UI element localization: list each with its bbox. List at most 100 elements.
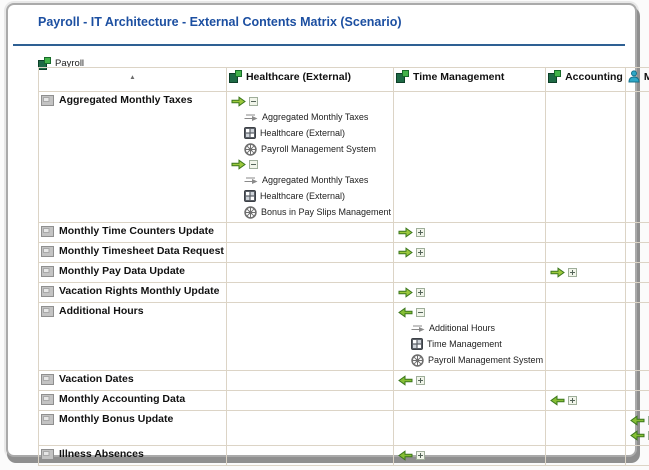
tree-item[interactable]: Healthcare (External) <box>244 188 391 204</box>
collapse-icon[interactable] <box>249 97 258 106</box>
matrix-cell[interactable] <box>394 283 546 303</box>
matrix-cell[interactable] <box>226 446 393 466</box>
row-header-label: Monthly Bonus Update <box>59 413 173 425</box>
expand-icon[interactable] <box>568 268 577 277</box>
tree-item[interactable]: Aggregated Monthly Taxes <box>244 109 391 125</box>
connection-arrow-right-icon[interactable] <box>550 267 565 278</box>
row-header-label: Monthly Timesheet Data Request <box>59 245 224 257</box>
matrix-cell[interactable] <box>226 371 393 391</box>
matrix-cell[interactable] <box>394 223 546 243</box>
tree-item[interactable]: Aggregated Monthly Taxes <box>244 172 391 188</box>
matrix-cell[interactable] <box>546 223 626 243</box>
connection-arrow-right-icon[interactable] <box>231 96 246 107</box>
row-header-9[interactable]: Monthly Bonus Update <box>39 411 227 446</box>
matrix-cell[interactable] <box>226 391 393 411</box>
matrix-cell[interactable] <box>394 371 546 391</box>
column-header-3[interactable]: Accounting <box>546 68 626 92</box>
matrix-cell[interactable] <box>546 303 626 371</box>
matrix-cell[interactable] <box>546 243 626 263</box>
matrix-cell[interactable] <box>394 243 546 263</box>
matrix-cell[interactable] <box>625 263 649 283</box>
matrix-cell[interactable]: Additional Hours Time Management Payroll… <box>394 303 546 371</box>
matrix-cell[interactable] <box>625 371 649 391</box>
row-header-5[interactable]: Vacation Rights Monthly Update <box>39 283 227 303</box>
matrix-cell[interactable] <box>394 446 546 466</box>
cluster-icon <box>41 246 54 257</box>
connection-arrow-left-icon[interactable] <box>398 307 413 318</box>
tree-item[interactable]: Bonus in Pay Slips Management <box>244 204 391 220</box>
person-icon <box>628 70 640 83</box>
matrix-cell[interactable] <box>625 303 649 371</box>
tree-item[interactable]: Time Management <box>411 336 543 352</box>
matrix-cell[interactable] <box>625 391 649 411</box>
matrix-cell[interactable] <box>625 446 649 466</box>
table-row: Monthly Bonus Update <box>39 411 649 446</box>
table-row: Monthly Time Counters Update <box>39 223 649 243</box>
matrix-cell[interactable] <box>394 411 546 446</box>
expand-icon[interactable] <box>568 396 577 405</box>
matrix-cell[interactable] <box>625 92 649 223</box>
tree-item[interactable]: Payroll Management System <box>244 141 391 157</box>
expand-icon[interactable] <box>416 248 425 257</box>
row-header-7[interactable]: Vacation Dates <box>39 371 227 391</box>
matrix-content: Payroll - IT Architecture - External Con… <box>8 5 635 455</box>
matrix-cell[interactable] <box>625 411 649 446</box>
row-header-8[interactable]: Monthly Accounting Data <box>39 391 227 411</box>
row-header-6[interactable]: Additional Hours <box>39 303 227 371</box>
row-header-label: Aggregated Monthly Taxes <box>59 94 192 106</box>
matrix-cell[interactable] <box>226 243 393 263</box>
expand-icon[interactable] <box>416 376 425 385</box>
row-header-10[interactable]: Illness Absences <box>39 446 227 466</box>
connection-arrow-left-icon[interactable] <box>550 395 565 406</box>
occurrence-tree: Aggregated Monthly Taxes Healthcare (Ext… <box>229 109 391 157</box>
row-header-3[interactable]: Monthly Timesheet Data Request <box>39 243 227 263</box>
tree-item-label: Healthcare (External) <box>260 128 345 138</box>
matrix-cell[interactable] <box>625 283 649 303</box>
matrix-cell[interactable] <box>394 92 546 223</box>
column-header-1[interactable]: Healthcare (External) <box>226 68 393 92</box>
row-header-2[interactable]: Monthly Time Counters Update <box>39 223 227 243</box>
connection-arrow-right-icon[interactable] <box>398 287 413 298</box>
row-header-4[interactable]: Monthly Pay Data Update <box>39 263 227 283</box>
collapse-icon[interactable] <box>416 308 425 317</box>
matrix-cell[interactable] <box>226 283 393 303</box>
tree-item[interactable]: Additional Hours <box>411 320 543 336</box>
matrix-cell[interactable] <box>546 283 626 303</box>
matrix-cell[interactable] <box>394 391 546 411</box>
matrix-cell[interactable] <box>546 391 626 411</box>
matrix-cell[interactable] <box>546 371 626 391</box>
expand-icon[interactable] <box>416 451 425 460</box>
matrix-cell[interactable] <box>226 411 393 446</box>
connection-arrow-left-icon[interactable] <box>398 450 413 461</box>
collapse-icon[interactable] <box>249 160 258 169</box>
column-header-label: Time Management <box>413 71 504 83</box>
cluster-icon <box>41 286 54 297</box>
table-row: Additional Hours Additional Hours Time M… <box>39 303 649 371</box>
connection-arrow-right-icon[interactable] <box>231 159 246 170</box>
row-header-1[interactable]: Aggregated Monthly Taxes <box>39 92 227 223</box>
matrix-cell[interactable] <box>625 243 649 263</box>
expand-icon[interactable] <box>416 228 425 237</box>
connection-arrow-left-icon[interactable] <box>630 415 645 426</box>
tree-item[interactable]: Healthcare (External) <box>244 125 391 141</box>
matrix-cell[interactable] <box>546 446 626 466</box>
matrix-cell[interactable] <box>546 411 626 446</box>
expand-icon[interactable] <box>416 288 425 297</box>
column-header-2[interactable]: Time Management <box>394 68 546 92</box>
matrix-cell[interactable] <box>625 223 649 243</box>
matrix-cell[interactable] <box>546 263 626 283</box>
connection-arrow-right-icon[interactable] <box>398 227 413 238</box>
matrix-cell[interactable] <box>226 263 393 283</box>
matrix-cell[interactable]: Aggregated Monthly Taxes Healthcare (Ext… <box>226 92 393 223</box>
tree-item[interactable]: Payroll Management System <box>411 352 543 368</box>
column-header-4[interactable]: Manager <box>625 68 649 92</box>
matrix-cell[interactable] <box>226 223 393 243</box>
matrix-cell[interactable] <box>226 303 393 371</box>
system-wheel-icon <box>244 206 257 219</box>
matrix-cell[interactable] <box>394 263 546 283</box>
matrix-cell[interactable] <box>546 92 626 223</box>
connection-arrow-left-icon[interactable] <box>398 375 413 386</box>
connection-arrow-right-icon[interactable] <box>398 247 413 258</box>
connection-arrow-left-icon[interactable] <box>630 430 645 441</box>
sort-ascending-icon[interactable]: ▲ <box>129 74 135 81</box>
